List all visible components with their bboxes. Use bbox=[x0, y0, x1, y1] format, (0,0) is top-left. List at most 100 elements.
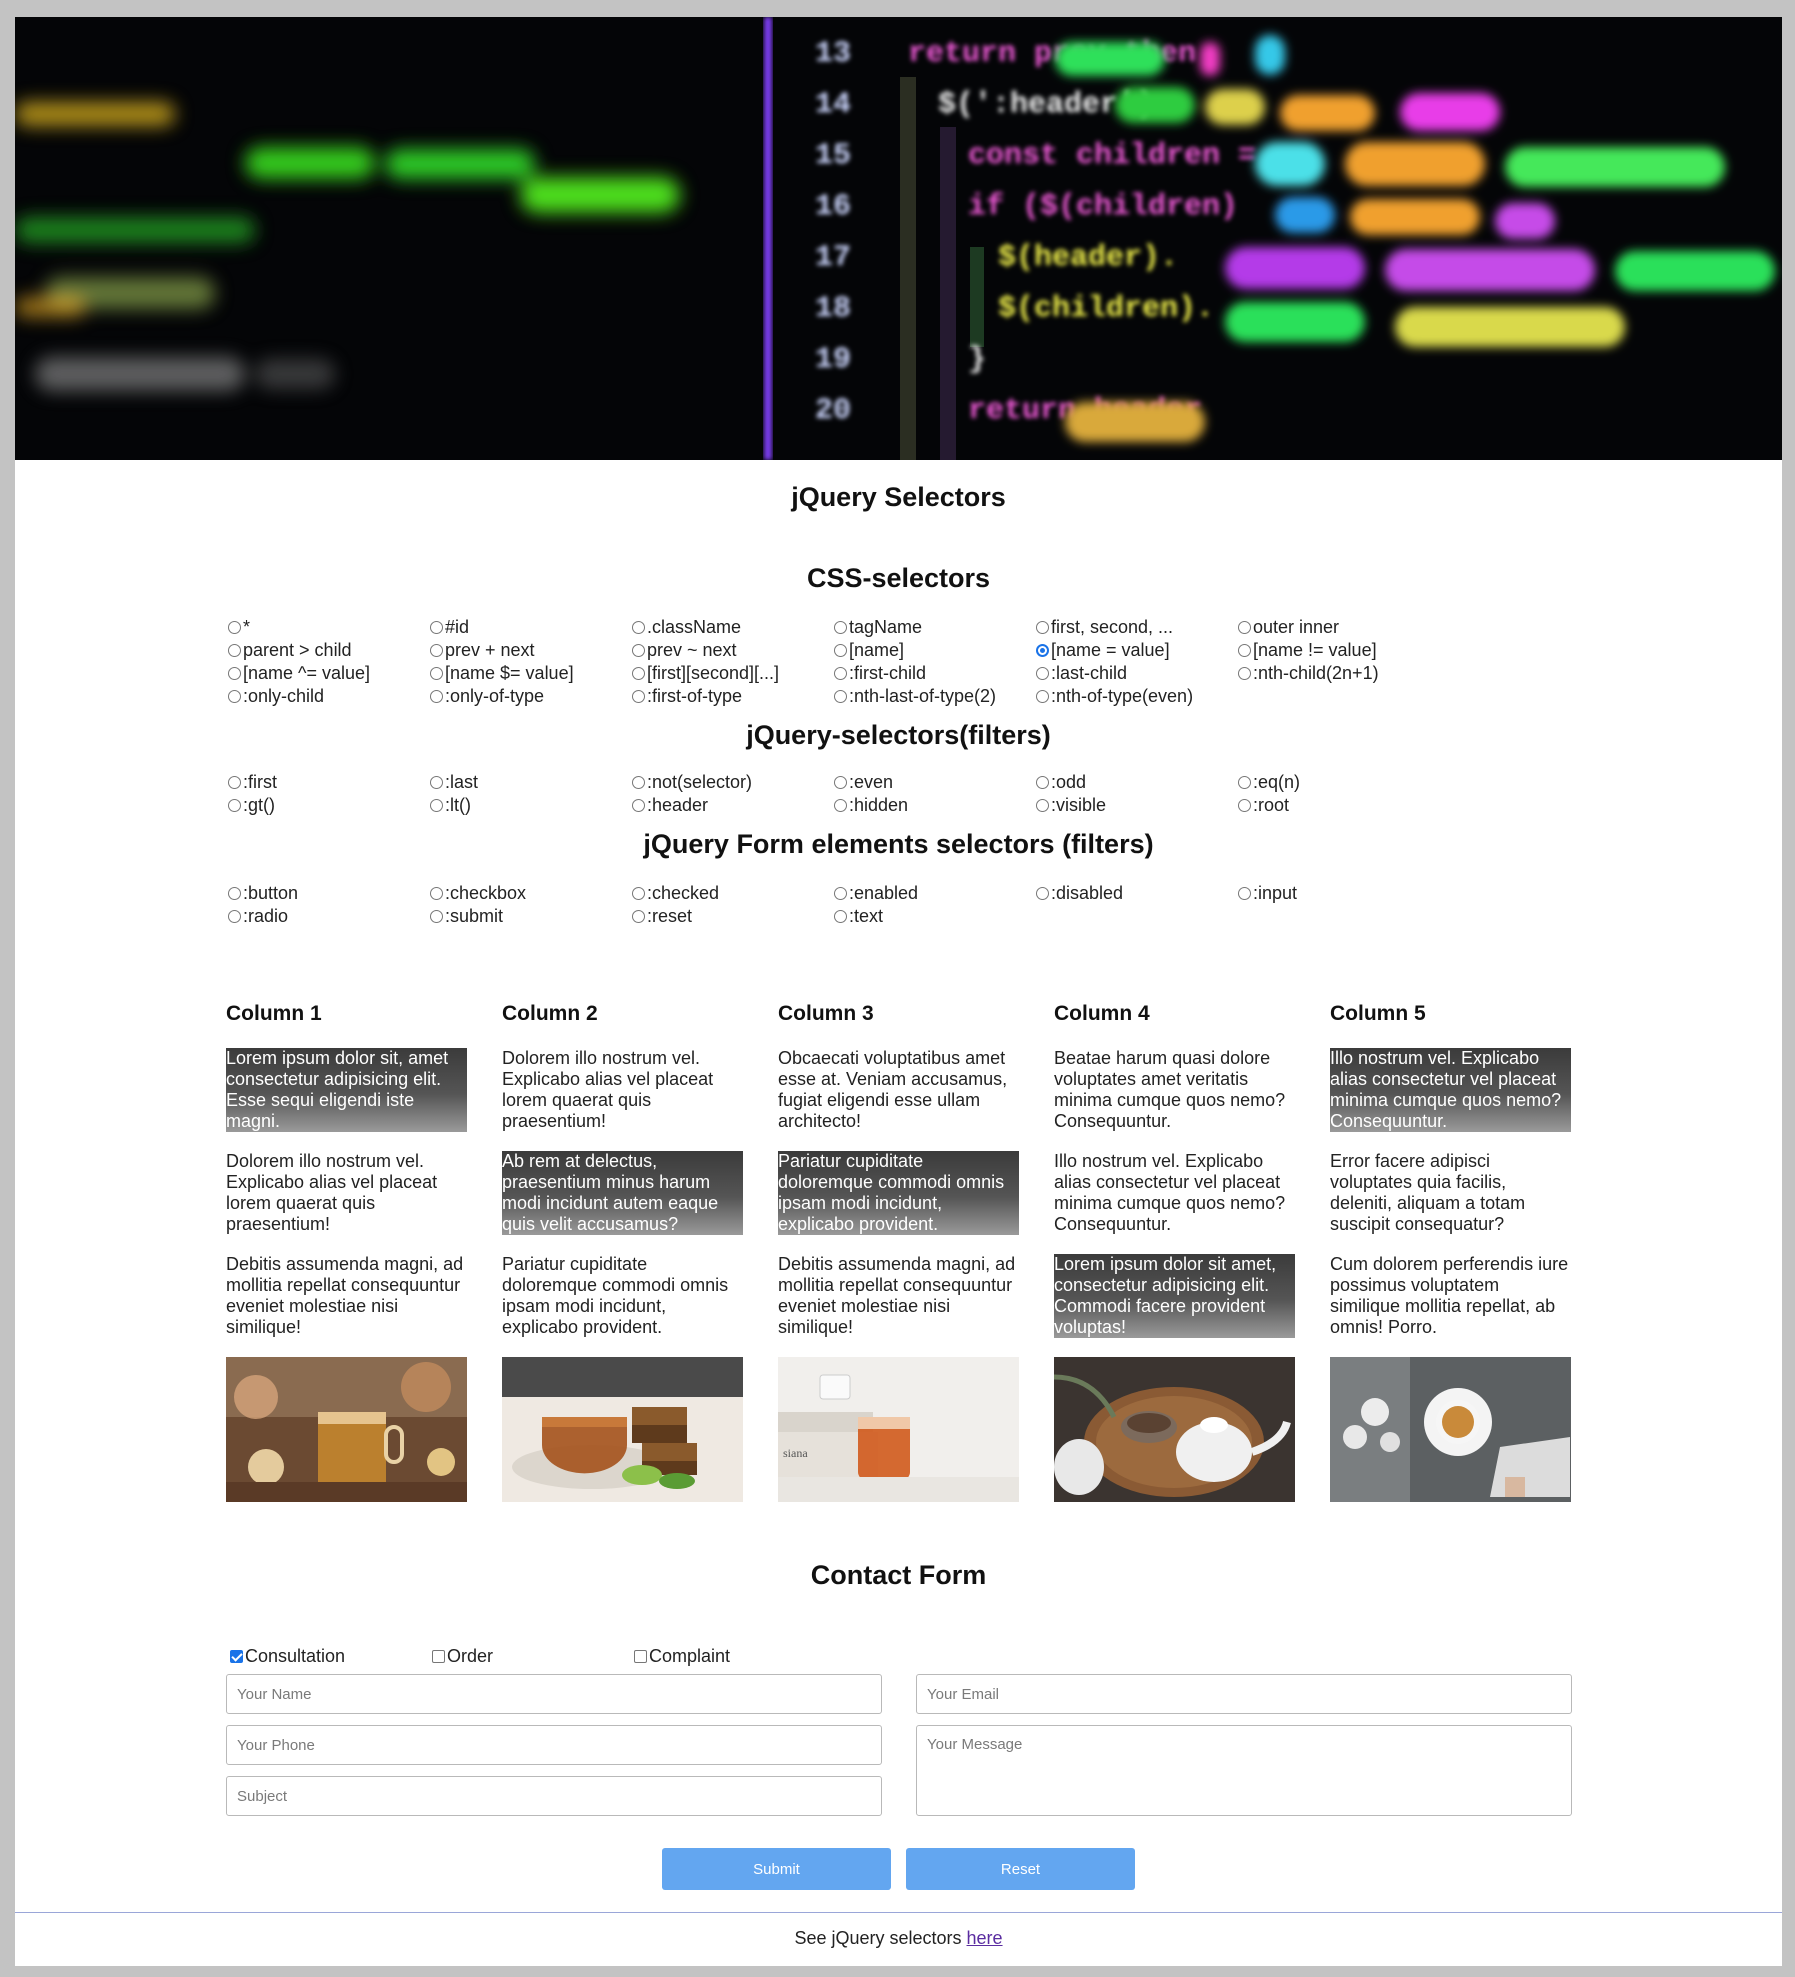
radio-button[interactable] bbox=[228, 799, 241, 812]
radio-button[interactable] bbox=[632, 621, 645, 634]
radio-button[interactable] bbox=[632, 910, 645, 923]
radio-button[interactable] bbox=[1036, 690, 1049, 703]
selector-option[interactable]: :root bbox=[1238, 794, 1440, 817]
radio-button[interactable] bbox=[632, 887, 645, 900]
radio-button[interactable] bbox=[632, 690, 645, 703]
radio-button[interactable] bbox=[1036, 621, 1049, 634]
selector-option[interactable]: :header bbox=[632, 794, 834, 817]
selector-option[interactable]: :first-of-type bbox=[632, 685, 834, 708]
radio-button[interactable] bbox=[430, 887, 443, 900]
radio-button[interactable] bbox=[632, 644, 645, 657]
selector-option[interactable]: first, second, ... bbox=[1036, 616, 1238, 639]
selector-option[interactable]: [name $= value] bbox=[430, 662, 632, 685]
selector-option[interactable]: [name ^= value] bbox=[228, 662, 430, 685]
radio-button[interactable] bbox=[430, 621, 443, 634]
radio-button[interactable] bbox=[632, 776, 645, 789]
checkbox[interactable] bbox=[432, 1650, 445, 1663]
submit-button[interactable]: Submit bbox=[662, 1848, 891, 1890]
radio-button[interactable] bbox=[430, 644, 443, 657]
selector-option[interactable]: :checked bbox=[632, 882, 834, 905]
radio-button[interactable] bbox=[1036, 644, 1049, 657]
selector-option[interactable]: :only-child bbox=[228, 685, 430, 708]
radio-button[interactable] bbox=[834, 644, 847, 657]
selector-option[interactable]: :first-child bbox=[834, 662, 1036, 685]
radio-button[interactable] bbox=[1036, 667, 1049, 680]
selector-option[interactable]: prev ~ next bbox=[632, 639, 834, 662]
radio-button[interactable] bbox=[632, 667, 645, 680]
radio-button[interactable] bbox=[1036, 776, 1049, 789]
email-input[interactable] bbox=[916, 1674, 1572, 1714]
radio-button[interactable] bbox=[228, 644, 241, 657]
selector-option[interactable]: :lt() bbox=[430, 794, 632, 817]
selector-option[interactable]: :button bbox=[228, 882, 430, 905]
checkbox-option[interactable]: Consultation bbox=[230, 1646, 432, 1667]
selector-option[interactable]: :input bbox=[1238, 882, 1440, 905]
radio-button[interactable] bbox=[1238, 667, 1251, 680]
radio-button[interactable] bbox=[430, 667, 443, 680]
selector-option[interactable]: :only-of-type bbox=[430, 685, 632, 708]
selector-option[interactable]: :submit bbox=[430, 905, 632, 928]
selector-option[interactable]: [name = value] bbox=[1036, 639, 1238, 662]
selector-option[interactable]: :checkbox bbox=[430, 882, 632, 905]
selector-option[interactable]: :not(selector) bbox=[632, 771, 834, 794]
message-textarea[interactable] bbox=[916, 1725, 1572, 1816]
selector-option[interactable]: parent > child bbox=[228, 639, 430, 662]
subject-input[interactable] bbox=[226, 1776, 882, 1816]
selector-option[interactable]: :enabled bbox=[834, 882, 1036, 905]
radio-button[interactable] bbox=[1238, 776, 1251, 789]
radio-button[interactable] bbox=[228, 667, 241, 680]
selector-option[interactable]: :last bbox=[430, 771, 632, 794]
radio-button[interactable] bbox=[430, 776, 443, 789]
phone-input[interactable] bbox=[226, 1725, 882, 1765]
selector-option[interactable]: [first][second][...] bbox=[632, 662, 834, 685]
radio-button[interactable] bbox=[228, 690, 241, 703]
checkbox-option[interactable]: Complaint bbox=[634, 1646, 836, 1667]
radio-button[interactable] bbox=[228, 776, 241, 789]
selector-option[interactable]: :eq(n) bbox=[1238, 771, 1440, 794]
selector-option[interactable]: :visible bbox=[1036, 794, 1238, 817]
radio-button[interactable] bbox=[228, 621, 241, 634]
radio-button[interactable] bbox=[834, 621, 847, 634]
radio-button[interactable] bbox=[228, 910, 241, 923]
radio-button[interactable] bbox=[834, 799, 847, 812]
selector-option[interactable]: :disabled bbox=[1036, 882, 1238, 905]
selector-option[interactable]: prev + next bbox=[430, 639, 632, 662]
selector-option[interactable]: [name != value] bbox=[1238, 639, 1440, 662]
radio-button[interactable] bbox=[228, 887, 241, 900]
selector-option[interactable]: :text bbox=[834, 905, 1036, 928]
name-input[interactable] bbox=[226, 1674, 882, 1714]
selector-option[interactable]: * bbox=[228, 616, 430, 639]
selector-option[interactable]: :reset bbox=[632, 905, 834, 928]
radio-button[interactable] bbox=[834, 910, 847, 923]
radio-button[interactable] bbox=[430, 910, 443, 923]
selector-option[interactable]: :nth-child(2n+1) bbox=[1238, 662, 1440, 685]
selector-option[interactable]: .className bbox=[632, 616, 834, 639]
radio-button[interactable] bbox=[1238, 887, 1251, 900]
checkbox[interactable] bbox=[634, 1650, 647, 1663]
radio-button[interactable] bbox=[1238, 644, 1251, 657]
selector-option[interactable]: :even bbox=[834, 771, 1036, 794]
radio-button[interactable] bbox=[834, 887, 847, 900]
radio-button[interactable] bbox=[430, 690, 443, 703]
selector-option[interactable]: outer inner bbox=[1238, 616, 1440, 639]
radio-button[interactable] bbox=[1238, 799, 1251, 812]
checkbox[interactable] bbox=[230, 1650, 243, 1663]
radio-button[interactable] bbox=[1036, 799, 1049, 812]
radio-button[interactable] bbox=[430, 799, 443, 812]
radio-button[interactable] bbox=[632, 799, 645, 812]
radio-button[interactable] bbox=[834, 776, 847, 789]
selector-option[interactable]: :last-child bbox=[1036, 662, 1238, 685]
selector-option[interactable]: #id bbox=[430, 616, 632, 639]
footer-link[interactable]: here bbox=[967, 1928, 1003, 1948]
selector-option[interactable]: [name] bbox=[834, 639, 1036, 662]
radio-button[interactable] bbox=[1036, 887, 1049, 900]
selector-option[interactable]: :nth-last-of-type(2) bbox=[834, 685, 1036, 708]
radio-button[interactable] bbox=[1238, 621, 1251, 634]
radio-button[interactable] bbox=[834, 667, 847, 680]
selector-option[interactable]: :odd bbox=[1036, 771, 1238, 794]
selector-option[interactable]: :first bbox=[228, 771, 430, 794]
checkbox-option[interactable]: Order bbox=[432, 1646, 634, 1667]
selector-option[interactable]: :gt() bbox=[228, 794, 430, 817]
selector-option[interactable]: :hidden bbox=[834, 794, 1036, 817]
reset-button[interactable]: Reset bbox=[906, 1848, 1135, 1890]
